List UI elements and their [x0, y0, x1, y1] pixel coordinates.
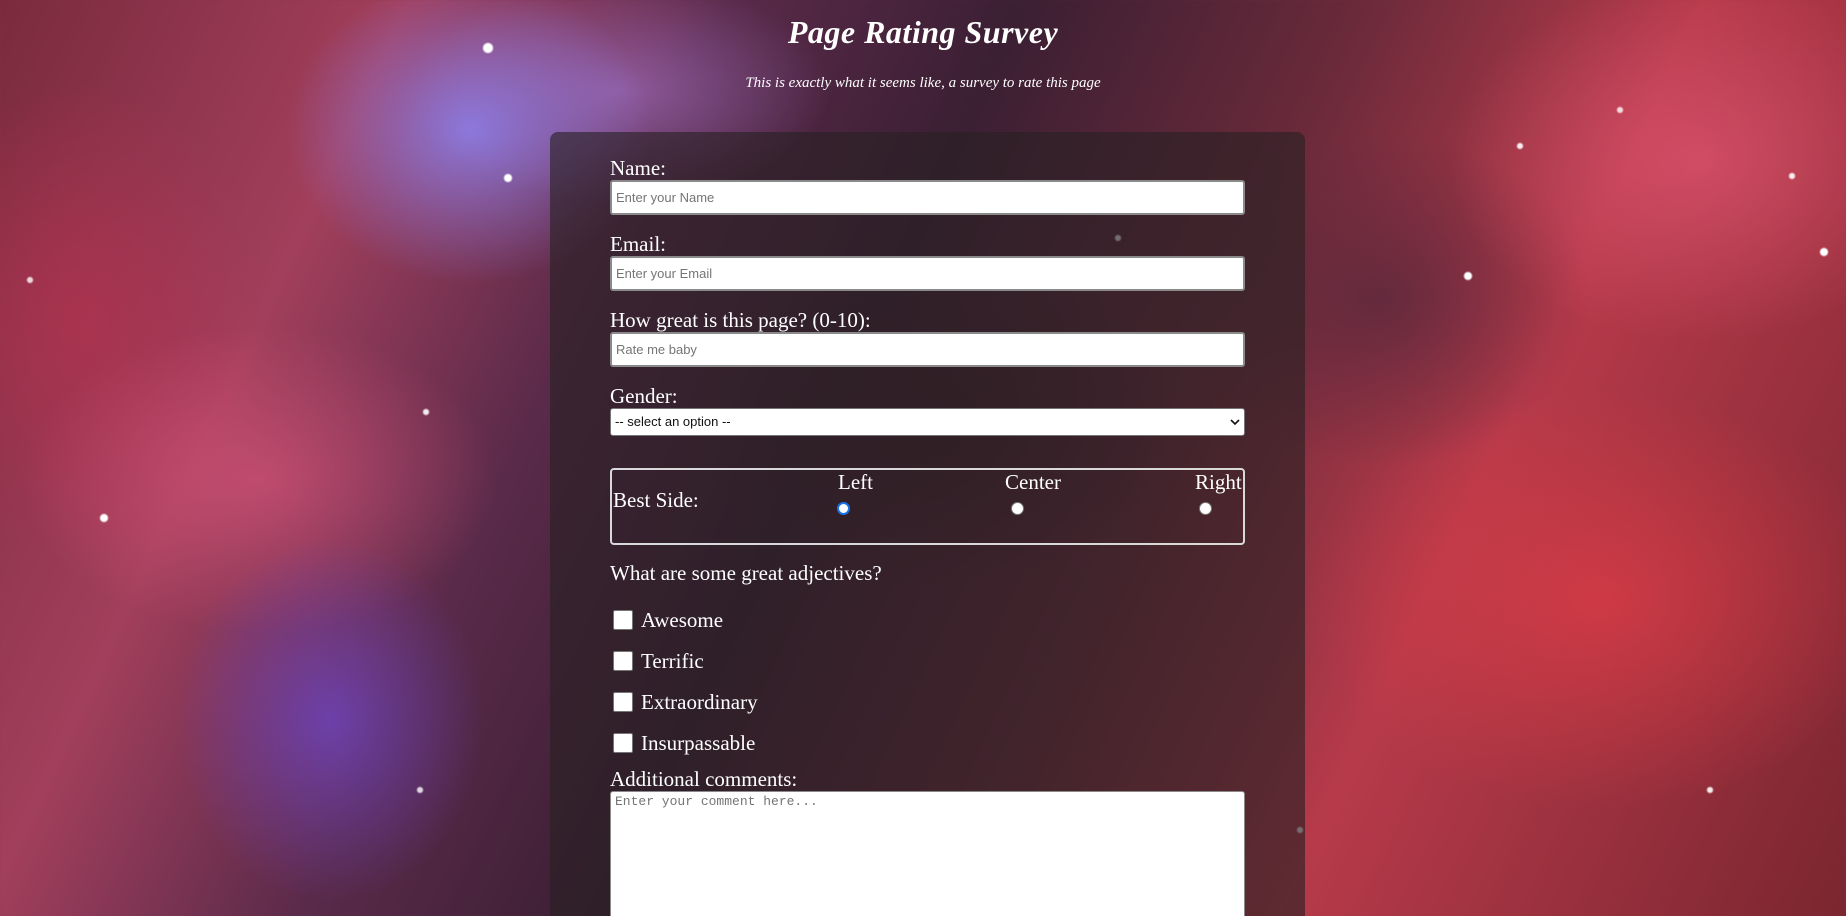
adjective-option[interactable]: Terrific — [610, 640, 1245, 681]
rating-label: How great is this page? (0-10): — [610, 308, 871, 332]
adjective-label: Extraordinary — [641, 689, 758, 714]
best-side-option-label: Left — [838, 470, 873, 494]
adjective-checkbox[interactable] — [613, 609, 633, 630]
gender-select[interactable]: -- select an option -- — [610, 408, 1245, 436]
page-title: Page Rating Survey — [787, 14, 1059, 50]
page-subtitle: This is exactly what it seems like, a su… — [745, 75, 1101, 91]
adjective-checkbox[interactable] — [613, 650, 633, 671]
best-side-radio-center[interactable] — [1011, 502, 1024, 515]
rating-input[interactable] — [610, 332, 1245, 367]
chevron-down-icon — [1230, 419, 1240, 426]
adjective-option[interactable]: Awesome — [610, 599, 1245, 640]
name-label: Name: — [610, 156, 666, 180]
email-input[interactable] — [610, 256, 1245, 291]
adjective-option[interactable]: Insurpassable — [610, 722, 1245, 763]
comments-textarea[interactable] — [610, 791, 1245, 916]
best-side-option-left: Left — [837, 470, 873, 515]
adjectives-question: What are some great adjectives? — [610, 561, 882, 585]
best-side-legend: Best Side: — [613, 488, 699, 512]
best-side-fieldset: Best Side: Left Center Right — [610, 468, 1245, 545]
best-side-option-center: Center — [1005, 470, 1061, 515]
name-input[interactable] — [610, 180, 1245, 215]
comments-label: Additional comments: — [610, 767, 798, 791]
best-side-radio-right[interactable] — [1199, 502, 1212, 515]
adjective-label: Terrific — [641, 648, 704, 673]
gender-label: Gender: — [610, 384, 678, 408]
best-side-option-label: Right — [1195, 470, 1242, 494]
survey-form: Name: Email: How great is this page? (0-… — [550, 132, 1305, 916]
adjective-label: Insurpassable — [641, 730, 756, 755]
adjective-checkbox[interactable] — [613, 732, 633, 753]
best-side-radio-left[interactable] — [837, 502, 850, 515]
email-label: Email: — [610, 232, 666, 256]
adjective-checkbox[interactable] — [613, 691, 633, 712]
adjective-label: Awesome — [641, 607, 724, 632]
gender-select-value: -- select an option -- — [615, 414, 731, 429]
best-side-option-right: Right — [1195, 470, 1242, 515]
page-header: Page Rating Survey This is exactly what … — [0, 0, 1846, 92]
survey-form-fields: Name: Email: How great is this page? (0-… — [610, 156, 1245, 916]
adjective-option[interactable]: Extraordinary — [610, 681, 1245, 722]
best-side-option-label: Center — [1005, 470, 1061, 494]
